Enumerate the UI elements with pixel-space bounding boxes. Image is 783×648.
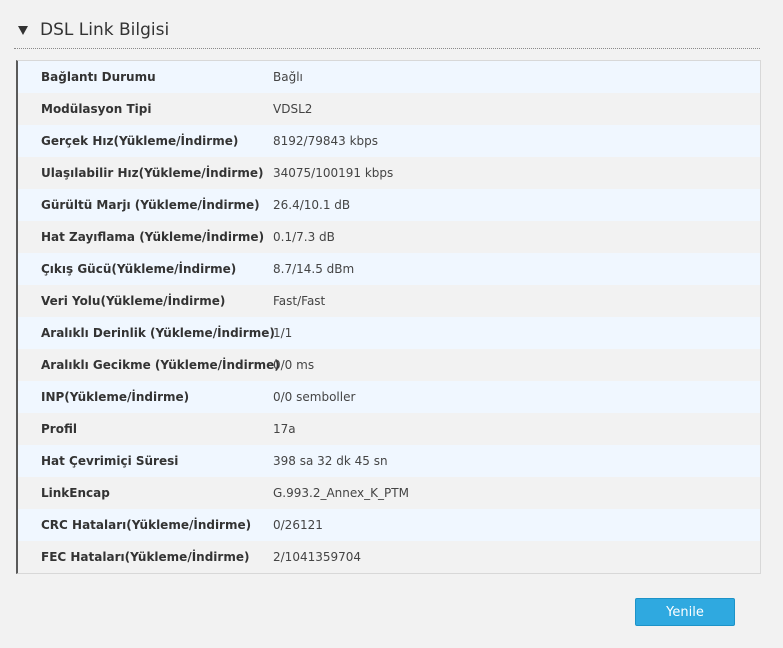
triangle-down-icon[interactable] [18, 26, 28, 35]
row-value: 0/0 semboller [273, 390, 356, 404]
table-row: FEC Hataları(Yükleme/İndirme) 2/10413597… [18, 541, 760, 573]
table-row: Çıkış Gücü(Yükleme/İndirme) 8.7/14.5 dBm [18, 253, 760, 285]
row-label: Veri Yolu(Yükleme/İndirme) [41, 294, 226, 308]
row-label: Çıkış Gücü(Yükleme/İndirme) [41, 262, 237, 276]
table-row: INP(Yükleme/İndirme) 0/0 semboller [18, 381, 760, 413]
row-value: 0.1/7.3 dB [273, 230, 335, 244]
table-row: Aralıklı Gecikme (Yükleme/İndirme) 0/0 m… [18, 349, 760, 381]
row-value: Bağlı [273, 70, 303, 84]
row-label: Hat Zayıflama (Yükleme/İndirme) [41, 230, 265, 244]
table-row: LinkEncap G.993.2_Annex_K_PTM [18, 477, 760, 509]
row-value: 8192/79843 kbps [273, 134, 379, 148]
row-value: G.993.2_Annex_K_PTM [273, 486, 409, 500]
table-row: Hat Çevrimiçi Süresi 398 sa 32 dk 45 sn [18, 445, 760, 477]
row-value: 34075/100191 kbps [273, 166, 394, 180]
row-value: 0/0 ms [273, 358, 315, 372]
row-value: VDSL2 [273, 102, 313, 116]
row-label: Gürültü Marjı (Yükleme/İndirme) [41, 198, 260, 212]
row-label: Ulaşılabilir Hız(Yükleme/İndirme) [41, 166, 264, 180]
table-row: Modülasyon Tipi VDSL2 [18, 93, 760, 125]
table-row: Gürültü Marjı (Yükleme/İndirme) 26.4/10.… [18, 189, 760, 221]
row-value: 26.4/10.1 dB [273, 198, 351, 212]
row-value: 0/26121 [273, 518, 323, 532]
table-row: Gerçek Hız(Yükleme/İndirme) 8192/79843 k… [18, 125, 760, 157]
row-value: Fast/Fast [273, 294, 326, 308]
row-value: 8.7/14.5 dBm [273, 262, 355, 276]
row-label: Modülasyon Tipi [41, 102, 152, 116]
row-value: 398 sa 32 dk 45 sn [273, 454, 388, 468]
row-label: Bağlantı Durumu [41, 70, 156, 84]
row-label: LinkEncap [41, 486, 110, 500]
row-label: Aralıklı Derinlik (Yükleme/İndirme) [41, 326, 275, 340]
dsl-info-table: Bağlantı Durumu Bağlı Modülasyon Tipi VD… [16, 60, 761, 574]
table-row: Ulaşılabilir Hız(Yükleme/İndirme) 34075/… [18, 157, 760, 189]
row-label: FEC Hataları(Yükleme/İndirme) [41, 550, 250, 564]
row-value: 1/1 [273, 326, 293, 340]
row-value: 17a [273, 422, 296, 436]
row-label: Profil [41, 422, 77, 436]
row-value: 2/1041359704 [273, 550, 362, 564]
section-title: DSL Link Bilgisi [40, 20, 170, 40]
row-label: Hat Çevrimiçi Süresi [41, 454, 179, 468]
section-header[interactable]: DSL Link Bilgisi [14, 18, 760, 49]
table-row: Veri Yolu(Yükleme/İndirme) Fast/Fast [18, 285, 760, 317]
row-label: CRC Hataları(Yükleme/İndirme) [41, 518, 252, 532]
table-row: Aralıklı Derinlik (Yükleme/İndirme) 1/1 [18, 317, 760, 349]
table-row: Profil 17a [18, 413, 760, 445]
table-row: Bağlantı Durumu Bağlı [18, 61, 760, 93]
refresh-button[interactable]: Yenile [635, 598, 735, 626]
row-label: Aralıklı Gecikme (Yükleme/İndirme) [41, 358, 280, 372]
row-label: Gerçek Hız(Yükleme/İndirme) [41, 134, 239, 148]
table-row: Hat Zayıflama (Yükleme/İndirme) 0.1/7.3 … [18, 221, 760, 253]
table-row: CRC Hataları(Yükleme/İndirme) 0/26121 [18, 509, 760, 541]
row-label: INP(Yükleme/İndirme) [41, 390, 190, 404]
